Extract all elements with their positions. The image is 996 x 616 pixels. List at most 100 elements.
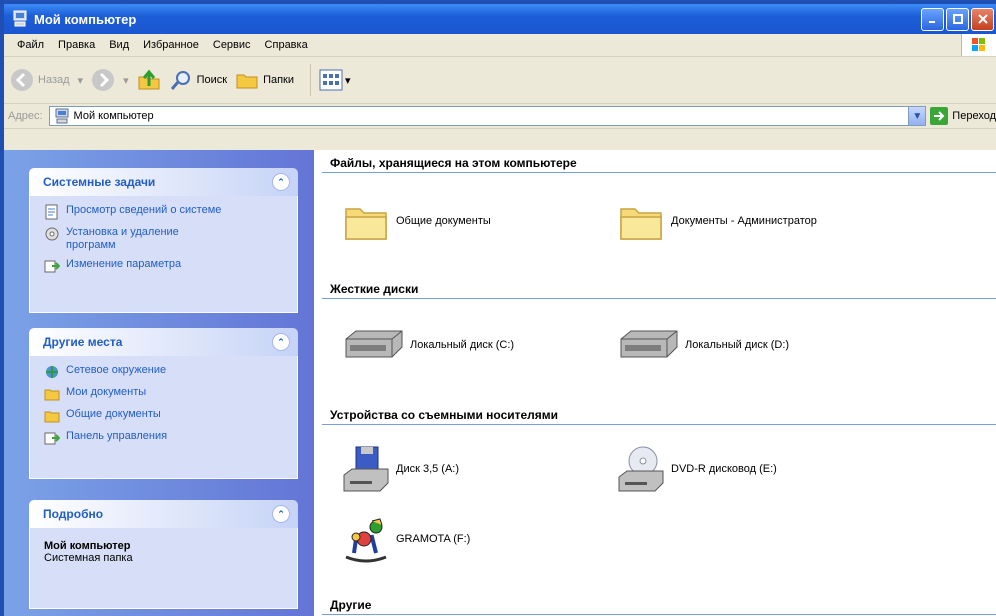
shared-documents-link[interactable]: Общие документы [44, 408, 287, 424]
other-places-header[interactable]: Другие места ⌃ [29, 328, 298, 356]
views-dropdown-icon: ▾ [345, 74, 351, 87]
address-dropdown-button[interactable]: ▼ [908, 107, 926, 125]
item-label: Локальный диск (C:) [410, 339, 515, 351]
list-item[interactable]: DVD-R дисковод (E:) [617, 445, 777, 493]
forward-button[interactable]: ▾ [91, 68, 129, 92]
standard-toolbar: Назад ▾ ▾ Поиск Папки ▾ [4, 57, 996, 104]
chevron-down-icon: ▼ [912, 110, 923, 122]
shared-documents-label: Общие документы [66, 408, 161, 420]
folders-button[interactable]: Папки [235, 68, 294, 92]
minimize-button[interactable] [921, 7, 944, 31]
go-arrow-icon [930, 107, 949, 125]
add-remove-programs-icon [45, 227, 59, 241]
group-hard-drives: Жесткие диски Локальный диск (C:) Локаль… [322, 280, 996, 389]
item-label: DVD-R дисковод (E:) [671, 463, 777, 475]
control-panel-label: Панель управления [66, 430, 168, 442]
list-item[interactable]: Документы - Администратор [617, 197, 817, 245]
back-arrow-icon [11, 69, 33, 91]
details-header[interactable]: Подробно ⌃ [29, 500, 298, 528]
search-button[interactable]: Поиск [169, 68, 227, 92]
control-panel-icon [44, 432, 60, 445]
back-label: Назад [38, 74, 70, 86]
other-places-body: Сетевое окружение Мои документы Общие до… [29, 356, 298, 479]
folder-icon [620, 208, 662, 240]
rocking-horse-icon [345, 518, 387, 563]
file-view: Файлы, хранящиеся на этом компьютере Общ… [314, 150, 996, 616]
list-item[interactable]: GRAMOTA (F:) [342, 515, 470, 563]
hard-drive-icon [345, 330, 403, 358]
menu-edit[interactable]: Правка [51, 39, 102, 51]
minimize-icon [928, 21, 935, 23]
my-documents-link[interactable]: Мои документы [44, 386, 287, 402]
collapse-icon[interactable]: ⌃ [272, 505, 290, 523]
maximize-button[interactable] [946, 7, 969, 31]
address-bar: Адрес: Мой компьютер ▼ Переход [4, 104, 996, 129]
list-item[interactable]: Локальный диск (D:) [617, 329, 789, 361]
list-item[interactable]: Локальный диск (C:) [342, 329, 514, 361]
item-label: Диск 3,5 (A:) [396, 463, 460, 475]
go-label: Переход [952, 110, 996, 122]
toolbar-separator [310, 64, 312, 96]
menu-bar: Файл Правка Вид Избранное Сервис Справка [4, 34, 996, 57]
address-field[interactable]: Мой компьютер ▼ [48, 106, 927, 126]
add-remove-programs-label: Установка и удаление программ [66, 226, 179, 251]
menu-help[interactable]: Справка [258, 39, 315, 51]
folders-label: Папки [263, 74, 295, 86]
group-items: Локальный диск (C:) Локальный диск (D:) [322, 299, 996, 389]
view-system-info-label: Просмотр сведений о системе [66, 204, 222, 216]
group-files: Файлы, хранящиеся на этом компьютере Общ… [322, 154, 996, 263]
details-item-type: Системная папка [44, 552, 133, 564]
system-tasks-header[interactable]: Системные задачи ⌃ [29, 168, 298, 196]
network-places-link[interactable]: Сетевое окружение [44, 364, 287, 380]
item-label: Локальный диск (D:) [685, 339, 790, 351]
my-computer-icon [13, 10, 27, 27]
menu-file[interactable]: Файл [10, 39, 51, 51]
group-header: Файлы, хранящиеся на этом компьютере [322, 154, 996, 173]
change-setting-label: Изменение параметра [66, 258, 182, 270]
menu-favorites[interactable]: Избранное [136, 39, 206, 51]
system-tasks-panel: Системные задачи ⌃ Просмотр сведений о с… [29, 168, 298, 313]
details-body: Мой компьютер Системная папка [29, 528, 298, 609]
explorer-window: Мой компьютер Файл Правка Вид Избранное … [4, 4, 996, 616]
up-folder-button[interactable] [137, 68, 161, 92]
folders-icon [236, 74, 258, 89]
folder-icon [345, 208, 387, 240]
collapse-icon[interactable]: ⌃ [272, 333, 290, 351]
floppy-drive-icon [343, 446, 389, 492]
my-computer-icon [55, 108, 69, 124]
view-system-info-link[interactable]: Просмотр сведений о системе [44, 204, 287, 220]
back-dropdown-icon[interactable]: ▾ [78, 74, 84, 87]
collapse-icon[interactable]: ⌃ [272, 173, 290, 191]
item-label: GRAMOTA (F:) [396, 533, 471, 545]
menu-tools[interactable]: Сервис [206, 39, 258, 51]
title-bar[interactable]: Мой компьютер [4, 4, 996, 34]
add-remove-programs-link[interactable]: Установка и удаление программ [44, 226, 287, 252]
system-info-icon [45, 204, 58, 220]
group-items: Общие документы Документы - Администрато… [322, 173, 996, 263]
my-documents-label: Мои документы [66, 386, 147, 398]
change-setting-link[interactable]: Изменение параметра [44, 258, 287, 274]
content-area: Системные задачи ⌃ Просмотр сведений о с… [4, 150, 996, 616]
back-button[interactable]: Назад ▾ [10, 68, 83, 92]
close-icon [977, 14, 988, 24]
views-button[interactable]: ▾ [319, 68, 351, 92]
group-removable: Устройства со съемными носителями Диск 3… [322, 406, 996, 595]
menu-view[interactable]: Вид [102, 39, 136, 51]
list-item[interactable]: Общие документы [342, 197, 491, 245]
close-button[interactable] [971, 7, 994, 31]
control-panel-link[interactable]: Панель управления [44, 430, 287, 446]
windows-flag-icon [972, 38, 985, 51]
item-label: Общие документы [396, 215, 491, 227]
group-header: Устройства со съемными носителями [322, 406, 996, 425]
group-header: Жесткие диски [322, 280, 996, 299]
search-label: Поиск [196, 74, 228, 86]
group-other: Другие [322, 596, 996, 615]
go-button[interactable]: Переход [930, 107, 996, 125]
address-label: Адрес: [8, 110, 43, 122]
list-item[interactable]: Диск 3,5 (A:) [342, 445, 459, 493]
forward-arrow-icon [92, 69, 115, 91]
group-header: Другие [322, 596, 996, 615]
details-title: Подробно [43, 507, 104, 521]
forward-dropdown-icon[interactable]: ▾ [123, 74, 129, 87]
folder-icon [44, 411, 60, 423]
